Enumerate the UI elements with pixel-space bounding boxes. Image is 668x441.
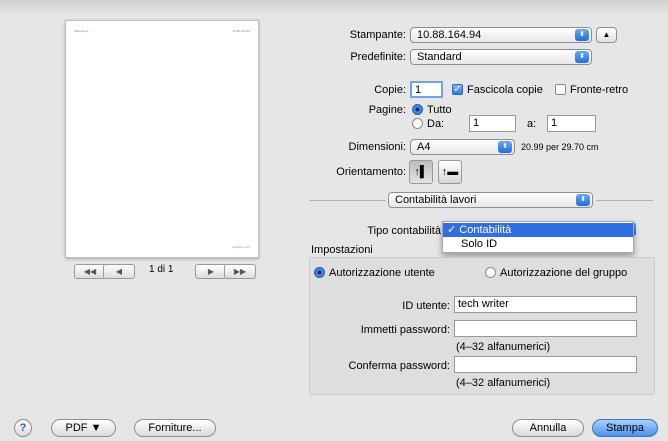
confirm-password-hint: (4–32 alfanumerici) xyxy=(456,377,551,389)
password-hint: (4–32 alfanumerici) xyxy=(456,341,551,353)
preview-header-left: Stampante xyxy=(74,29,89,33)
pages-label: Pagine: xyxy=(368,104,406,116)
pages-all-label: Tutto xyxy=(427,104,452,116)
duplex-label: Fronte-retro xyxy=(570,84,629,96)
page-preview: Stampante 10.88.164.94 Pagina 1 di 1 xyxy=(65,20,259,258)
collate-label: Fascicola copie xyxy=(467,84,543,96)
accounting-type-label: Tipo contabilità: xyxy=(367,225,444,237)
orientation-label: Orientamento: xyxy=(336,166,406,178)
portrait-orientation-button[interactable]: ↑▌ xyxy=(409,160,433,184)
paper-size-label: Dimensioni: xyxy=(348,141,406,153)
presets-value: Standard xyxy=(417,51,462,63)
cancel-button[interactable]: Annulla xyxy=(512,419,584,437)
preview-page-indicator: 1 di 1 xyxy=(149,264,174,275)
portrait-icon: ↑▌ xyxy=(414,166,428,178)
copies-field[interactable]: 1 xyxy=(410,81,443,98)
confirm-password-field[interactable] xyxy=(454,356,637,373)
preview-header-right: 10.88.164.94 xyxy=(232,29,250,33)
popup-arrows-icon: ⬍ xyxy=(575,29,589,41)
confirm-password-label: Conferma password: xyxy=(348,360,451,372)
paper-size-value: A4 xyxy=(417,141,431,153)
window-top-strip xyxy=(0,0,668,12)
preview-next-page-button[interactable]: ▶ xyxy=(195,264,227,279)
menu-item-contabilita[interactable]: ✓ Contabilità xyxy=(443,223,633,237)
presets-popup[interactable]: Standard ⬍ xyxy=(410,49,592,65)
pages-all-radio[interactable] xyxy=(412,104,423,115)
popup-arrows-icon: ⬍ xyxy=(576,194,590,206)
settings-title: Impostazioni xyxy=(311,244,373,256)
group-authorization-label: Autorizzazione del gruppo xyxy=(500,267,628,279)
user-id-label: ID utente: xyxy=(402,300,450,312)
section-popup-value: Contabilità lavori xyxy=(395,194,477,206)
preview-prev-page-button[interactable]: ◀ xyxy=(103,264,135,279)
user-id-field[interactable]: tech writer xyxy=(454,296,637,313)
copies-label: Copie: xyxy=(374,84,406,96)
password-field[interactable] xyxy=(454,320,637,337)
pages-from-label: Da: xyxy=(427,118,445,130)
printer-value: 10.88.164.94 xyxy=(417,29,482,41)
preview-first-page-button[interactable]: ◀◀ xyxy=(74,264,106,279)
print-button[interactable]: Stampa xyxy=(592,419,658,437)
accounting-type-menu[interactable]: ✓ Contabilità Solo ID xyxy=(442,221,634,253)
password-label: Immetti password: xyxy=(360,324,450,336)
section-divider-right xyxy=(596,200,653,201)
landscape-icon: ↑▬ xyxy=(441,166,459,178)
popup-arrows-icon: ⬍ xyxy=(498,141,512,153)
paper-dimensions-text: 20.99 per 29.70 cm xyxy=(521,142,599,152)
preview-footer: Pagina 1 di 1 xyxy=(232,245,250,249)
paper-size-popup[interactable]: A4 ⬍ xyxy=(410,139,515,155)
pages-from-field[interactable]: 1 xyxy=(469,115,516,132)
help-button[interactable]: ? xyxy=(14,419,32,437)
section-popup[interactable]: Contabilità lavori ⬍ xyxy=(388,192,593,208)
pages-range-radio[interactable] xyxy=(412,118,423,129)
user-authorization-label: Autorizzazione utente xyxy=(329,267,435,279)
triangle-up-icon: ▲ xyxy=(602,30,611,39)
popup-arrows-icon: ⬍ xyxy=(575,51,589,63)
menu-item-solo-id[interactable]: Solo ID xyxy=(443,237,633,251)
printer-label: Stampante: xyxy=(349,29,406,41)
user-authorization-radio[interactable] xyxy=(314,267,325,278)
landscape-orientation-button[interactable]: ↑▬ xyxy=(438,160,462,184)
pages-to-field[interactable]: 1 xyxy=(547,115,596,132)
duplex-checkbox[interactable] xyxy=(555,84,566,95)
supplies-button[interactable]: Forniture... xyxy=(134,419,216,437)
collapse-details-button[interactable]: ▲ xyxy=(596,27,617,43)
pdf-menu-button[interactable]: PDF ▼ xyxy=(51,419,116,437)
presets-label: Predefinite: xyxy=(350,51,406,63)
collate-checkbox[interactable]: ✓ xyxy=(452,84,463,95)
section-divider-left xyxy=(309,200,386,201)
printer-popup[interactable]: 10.88.164.94 ⬍ xyxy=(410,27,592,43)
pages-to-label: a: xyxy=(527,118,537,130)
group-authorization-radio[interactable] xyxy=(485,267,496,278)
preview-last-page-button[interactable]: ▶▶ xyxy=(224,264,256,279)
